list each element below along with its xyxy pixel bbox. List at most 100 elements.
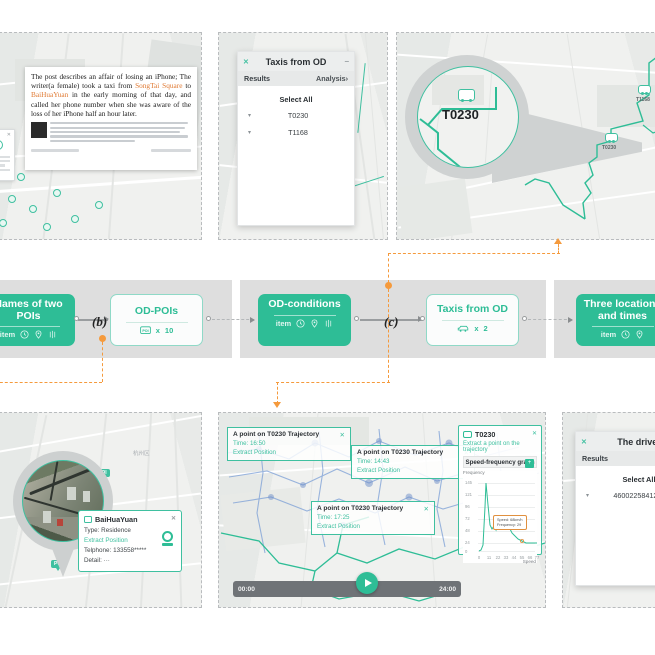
poi-detail-row[interactable]: Detail: ··· bbox=[84, 557, 176, 564]
close-icon[interactable]: ✕ bbox=[339, 431, 345, 439]
extract-position-link[interactable]: Extract Position bbox=[357, 467, 469, 474]
map-label-cn: 杭州区 bbox=[133, 451, 150, 457]
provenance-arrow-up bbox=[554, 238, 562, 244]
flow-node-od-conditions[interactable]: OD-conditions item bbox=[258, 294, 351, 346]
taxi-icon bbox=[458, 89, 475, 102]
map-poi-mini-popup[interactable]: ✕ bbox=[0, 129, 15, 181]
tab-analysis[interactable]: Analysis› bbox=[316, 74, 348, 83]
flow-node-od-pois[interactable]: OD-POIs POI x 10 bbox=[110, 294, 203, 346]
tab-results[interactable]: Results bbox=[582, 454, 608, 463]
text-line bbox=[50, 126, 186, 129]
provenance-link-vertical bbox=[558, 244, 559, 254]
list-item[interactable]: ▾ T0230 bbox=[238, 107, 354, 124]
photo-detail bbox=[67, 487, 76, 500]
poi-info-header: BaiHuaYuan ✕ bbox=[84, 515, 176, 524]
taxis-from-od-dialog[interactable]: ✕ Taxis from OD − Results Analysis› Sele… bbox=[237, 51, 355, 226]
close-icon[interactable]: ✕ bbox=[7, 132, 11, 138]
trajectory-time-row: Time: 16:50 bbox=[233, 440, 345, 447]
flow-node-taxis-from-od[interactable]: Taxis from OD x 2 bbox=[426, 294, 519, 346]
map-poi-marker[interactable] bbox=[71, 215, 79, 223]
poi-card-icon: POI bbox=[139, 325, 151, 334]
map-poi-marker[interactable] bbox=[43, 223, 51, 231]
minimize-icon[interactable]: − bbox=[344, 57, 349, 66]
map-poi-marker[interactable] bbox=[8, 195, 16, 203]
poi-info-card[interactable]: BaiHuaYuan ✕ Type: Residence Extract Pos… bbox=[78, 510, 182, 572]
step-label-b: (b) bbox=[92, 314, 108, 329]
post-meta bbox=[31, 149, 79, 153]
dialog-title: The driver bbox=[617, 436, 655, 447]
map-poi-marker[interactable] bbox=[95, 201, 103, 209]
residence-badge-icon bbox=[162, 531, 175, 546]
driver-dialog[interactable]: ✕ The driver Results A Select All ▾ 4600… bbox=[575, 431, 655, 586]
play-button[interactable] bbox=[356, 572, 378, 594]
map-poi-marker[interactable] bbox=[29, 205, 37, 213]
flow-port[interactable] bbox=[522, 316, 527, 321]
speed-frequency-card[interactable]: T0230 ✕ Extract a point on the trajector… bbox=[458, 425, 542, 564]
flow-node-names-of-two-pois[interactable]: Names of two POIs item bbox=[0, 294, 75, 346]
select-all-label[interactable]: Select All bbox=[238, 92, 354, 107]
select-all-label[interactable]: Select All bbox=[576, 472, 655, 487]
map-poi-marker[interactable] bbox=[17, 173, 25, 181]
poi-detail-label: Detail: bbox=[84, 557, 102, 564]
provenance-link-horizontal bbox=[0, 382, 102, 383]
time-value: 17:25 bbox=[333, 514, 350, 521]
speed-frequency-chart: Frequency Speed 145 121 96 72 48 24 0 Sp… bbox=[463, 470, 540, 564]
flow-node-three-locations-and-times[interactable]: Three locations and times item bbox=[576, 294, 655, 346]
placeholder-line bbox=[0, 160, 10, 163]
trajectory-popup-title: A point on T0230 Trajectory ✕ bbox=[317, 505, 429, 513]
flow-node-title: OD-conditions bbox=[268, 298, 341, 310]
extract-position-link[interactable]: Extract Position bbox=[233, 449, 345, 456]
divider bbox=[0, 326, 60, 327]
dialog-title: Taxis from OD bbox=[265, 56, 327, 67]
x-tick: 22 bbox=[495, 555, 501, 560]
bars-icon bbox=[50, 330, 56, 339]
speed-card-header: T0230 ✕ bbox=[463, 430, 537, 439]
map-poi-marker[interactable] bbox=[0, 219, 7, 227]
x-tick: 0 bbox=[477, 555, 481, 560]
flow-node-meta: item bbox=[276, 319, 333, 328]
close-icon[interactable]: ✕ bbox=[243, 58, 249, 66]
provenance-flow-strip: Names of two POIs item OD-POIs POI x 10 … bbox=[0, 272, 655, 372]
destination-poi-name: BaiHuaYuan bbox=[31, 90, 69, 100]
multiplier-symbol: x bbox=[155, 325, 160, 335]
divider bbox=[441, 319, 504, 321]
list-item[interactable]: ▾ 460022584127… bbox=[576, 487, 655, 504]
expand-icon[interactable]: + bbox=[525, 458, 534, 468]
trajectory-line bbox=[357, 63, 367, 133]
social-post-card: The post describes an affair of losing a… bbox=[25, 67, 197, 170]
text-line bbox=[50, 130, 180, 134]
extract-point-link[interactable]: Extract a point on the trajectory bbox=[463, 441, 537, 453]
trajectory-point-popup[interactable]: A point on T0230 Trajectory ✕ Time: 14:4… bbox=[351, 445, 475, 479]
list-item[interactable]: ▾ T1168 bbox=[238, 124, 354, 141]
location-pin-icon bbox=[636, 330, 643, 339]
close-icon[interactable]: ✕ bbox=[532, 430, 537, 437]
flow-port[interactable] bbox=[206, 316, 211, 321]
clock-icon bbox=[20, 330, 29, 339]
flow-node-title: OD-POIs bbox=[134, 305, 179, 317]
timeline-start-label: 00:00 bbox=[238, 585, 255, 593]
close-icon[interactable]: ✕ bbox=[423, 505, 429, 513]
trajectory-point-popup[interactable]: A point on T0230 Trajectory ✕ Time: 17:2… bbox=[311, 501, 435, 535]
post-actions bbox=[151, 149, 191, 153]
map-poi-marker[interactable] bbox=[53, 189, 61, 197]
x-tick: 44 bbox=[511, 555, 517, 560]
flow-port[interactable] bbox=[420, 316, 425, 321]
post-summary-text: The post describes an affair of losing a… bbox=[31, 72, 191, 118]
trajectory-point-popup[interactable]: A point on T0230 Trajectory ✕ Time: 16:5… bbox=[227, 427, 351, 461]
close-icon[interactable]: ✕ bbox=[171, 515, 176, 522]
trajectory-time-row: Time: 17:25 bbox=[317, 514, 429, 521]
flow-port[interactable] bbox=[74, 316, 79, 321]
dialog-tabs: Results A bbox=[576, 451, 655, 466]
flow-connector-dashed bbox=[528, 317, 573, 322]
close-icon[interactable]: ✕ bbox=[581, 438, 587, 446]
panel-taxi-trajectory-map: T0230 T1168 T0230 bbox=[396, 32, 655, 240]
poi-phone-label: Telphone: bbox=[84, 547, 112, 554]
time-slider[interactable]: 00:00 24:00 bbox=[233, 581, 461, 597]
tab-results[interactable]: Results bbox=[244, 74, 270, 83]
taxi-icon[interactable] bbox=[605, 133, 618, 143]
x-tick: 77 bbox=[534, 555, 540, 560]
flow-port[interactable] bbox=[354, 316, 359, 321]
taxi-icon[interactable] bbox=[638, 85, 651, 95]
extract-position-link[interactable]: Extract Position bbox=[317, 523, 429, 530]
x-tick: 33 bbox=[503, 555, 509, 560]
